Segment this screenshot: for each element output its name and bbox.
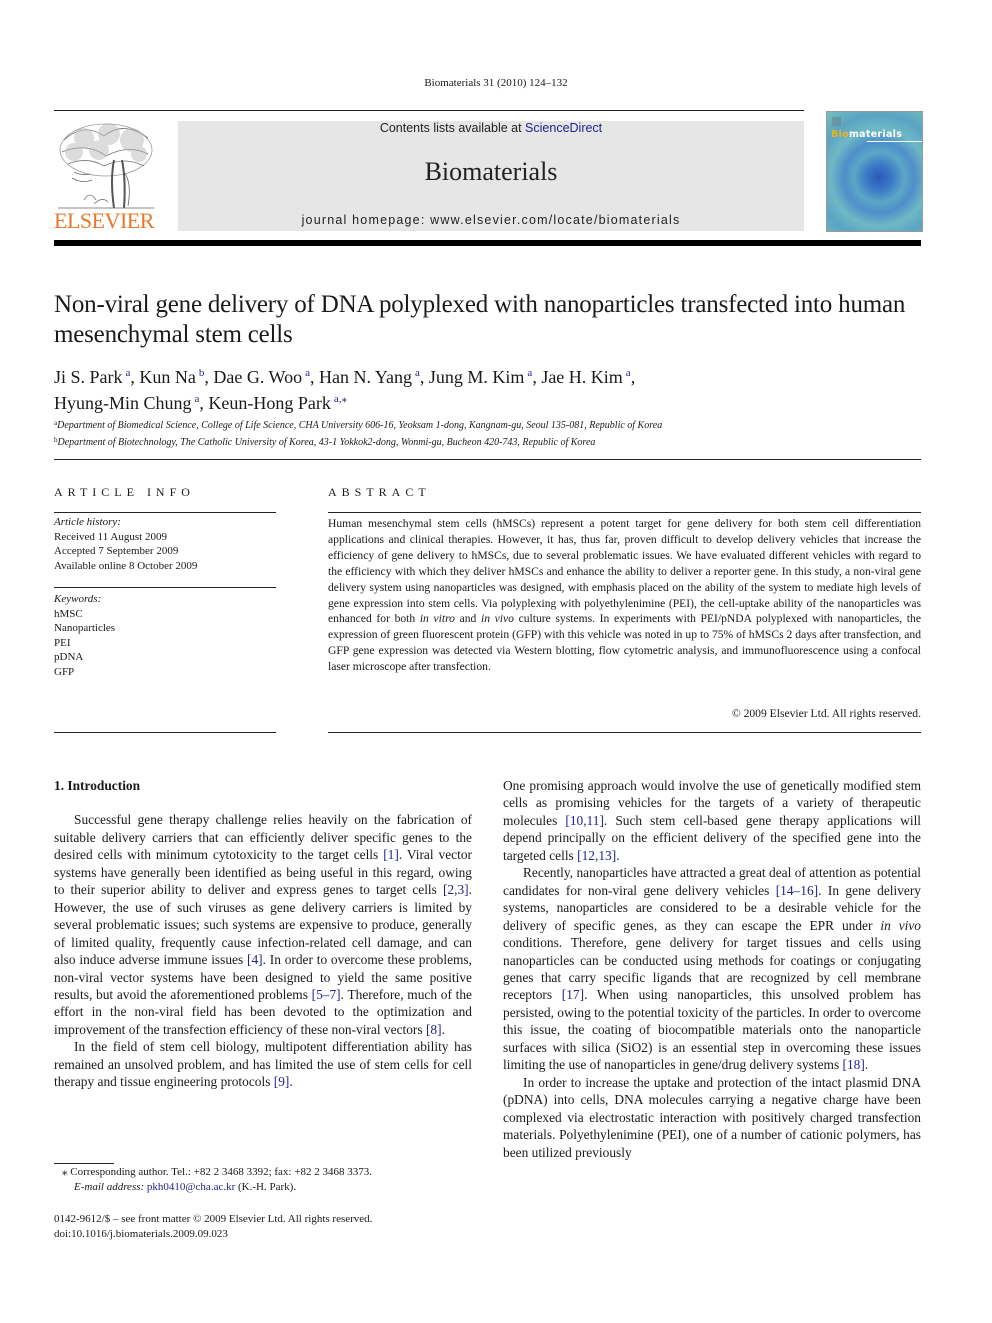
- cover-brand: Biomaterials: [831, 129, 903, 140]
- citation-link[interactable]: [5–7]: [312, 987, 341, 1002]
- journal-masthead: Contents lists available at ScienceDirec…: [178, 121, 804, 231]
- divider: [54, 732, 276, 733]
- author[interactable]: Hyung-Min Chung a: [54, 393, 199, 413]
- abstract-text: Human mesenchymal stem cells (hMSCs) rep…: [328, 517, 921, 674]
- affiliation-a: aDepartment of Biomedical Science, Colle…: [54, 419, 663, 431]
- keywords: Keywords: hMSC Nanoparticles PEI pDNA GF…: [54, 592, 276, 679]
- corresponding-author-note: ⁎ Corresponding author. Tel.: +82 2 3468…: [62, 1166, 372, 1178]
- paragraph: In the field of stem cell biology, multi…: [54, 1039, 472, 1090]
- top-rule: [54, 110, 804, 111]
- paragraph: Recently, nanoparticles have attracted a…: [503, 865, 922, 1073]
- keywords-label: Keywords:: [54, 593, 102, 605]
- author[interactable]: Han N. Yang a: [319, 367, 420, 387]
- author[interactable]: Jae H. Kim a: [541, 367, 630, 387]
- citation-link[interactable]: [10,11]: [565, 813, 604, 828]
- affiliations: aDepartment of Biomedical Science, Colle…: [54, 416, 924, 450]
- doi-link[interactable]: doi:10.1016/j.biomaterials.2009.09.023: [54, 1227, 474, 1242]
- footnote-rule: [54, 1163, 114, 1164]
- body-column-left: 1. Introduction Successful gene therapy …: [54, 777, 472, 1091]
- cover-divider: [867, 141, 922, 142]
- divider: [328, 732, 921, 733]
- elsevier-tree-icon: [58, 123, 154, 209]
- journal-homepage-link[interactable]: journal homepage: www.elsevier.com/locat…: [178, 213, 804, 227]
- author[interactable]: Ji S. Park a: [54, 367, 130, 387]
- body-column-right: One promising approach would involve the…: [503, 777, 921, 1161]
- citation-link[interactable]: [1]: [383, 847, 399, 862]
- elsevier-wordmark: ELSEVIER: [54, 208, 154, 233]
- divider: [328, 512, 921, 513]
- journal-cover-image[interactable]: Biomaterials: [826, 111, 923, 232]
- citation-link[interactable]: [14–16]: [776, 883, 818, 898]
- keyword: PEI: [54, 636, 71, 649]
- keyword: Nanoparticles: [54, 622, 116, 634]
- article-info-heading: ARTICLE INFO: [54, 485, 195, 499]
- author-corresponding[interactable]: Keun-Hong Park a,⁎: [208, 393, 347, 413]
- affiliation-b: bDepartment of Biotechnology, The Cathol…: [54, 436, 596, 448]
- author[interactable]: Dae G. Woo a: [213, 367, 310, 387]
- citation-link[interactable]: [4]: [247, 952, 263, 967]
- sciencedirect-link[interactable]: ScienceDirect: [525, 121, 602, 135]
- paragraph: In order to increase the uptake and prot…: [503, 1074, 921, 1160]
- author[interactable]: Jung M. Kim a: [429, 367, 532, 387]
- email-note: E-mail address: pkh0410@cha.ac.kr (K.-H.…: [74, 1181, 297, 1193]
- front-matter: 0142-9612/$ – see front matter © 2009 El…: [54, 1212, 474, 1241]
- paragraph: Successful gene therapy challenge relies…: [54, 812, 472, 1037]
- section-heading-introduction: 1. Introduction: [54, 778, 141, 793]
- history-label: Article history:: [54, 516, 121, 528]
- running-header: Biomaterials 31 (2010) 124–132: [424, 77, 568, 89]
- article-history: Article history: Received 11 August 2009…: [54, 515, 276, 573]
- history-online: Available online 8 October 2009: [54, 559, 198, 572]
- divider: [54, 512, 276, 513]
- keyword: pDNA: [54, 651, 84, 663]
- history-received: Received 11 August 2009: [54, 530, 167, 543]
- citation-link[interactable]: [8]: [426, 1022, 442, 1037]
- contents-line: Contents lists available at ScienceDirec…: [178, 121, 804, 135]
- divider: [54, 459, 921, 460]
- citation-link[interactable]: [18]: [843, 1057, 865, 1072]
- issn-line: 0142-9612/$ – see front matter © 2009 El…: [54, 1213, 373, 1225]
- abstract-heading: ABSTRACT: [328, 485, 431, 499]
- elsevier-logo[interactable]: ELSEVIER: [54, 120, 156, 232]
- history-accepted: Accepted 7 September 2009: [54, 545, 179, 557]
- cover-publisher-logo-icon: [832, 117, 841, 126]
- citation-link[interactable]: [2,3]: [443, 882, 469, 897]
- author[interactable]: Kun Na b: [139, 367, 204, 387]
- divider: [54, 587, 276, 588]
- article-title: Non-viral gene delivery of DNA polyplexe…: [54, 291, 906, 348]
- citation-link[interactable]: [17]: [562, 987, 584, 1002]
- masthead-rule: [54, 240, 921, 246]
- author-list: Ji S. Park a, Kun Na b, Dae G. Woo a, Han N…: [54, 367, 636, 413]
- paragraph: One promising approach would involve the…: [503, 778, 922, 863]
- keyword: GFP: [54, 665, 75, 678]
- citation-link[interactable]: [9]: [274, 1074, 290, 1089]
- citation-link[interactable]: [12,13]: [577, 848, 616, 863]
- contents-prefix: Contents lists available at: [379, 121, 526, 135]
- abstract-copyright: © 2009 Elsevier Ltd. All rights reserved…: [731, 707, 921, 720]
- journal-name: Biomaterials: [424, 157, 558, 186]
- footnotes: ⁎ Corresponding author. Tel.: +82 2 3468…: [54, 1165, 474, 1195]
- keyword: hMSC: [54, 607, 83, 620]
- email-link[interactable]: pkh0410@cha.ac.kr: [147, 1181, 235, 1193]
